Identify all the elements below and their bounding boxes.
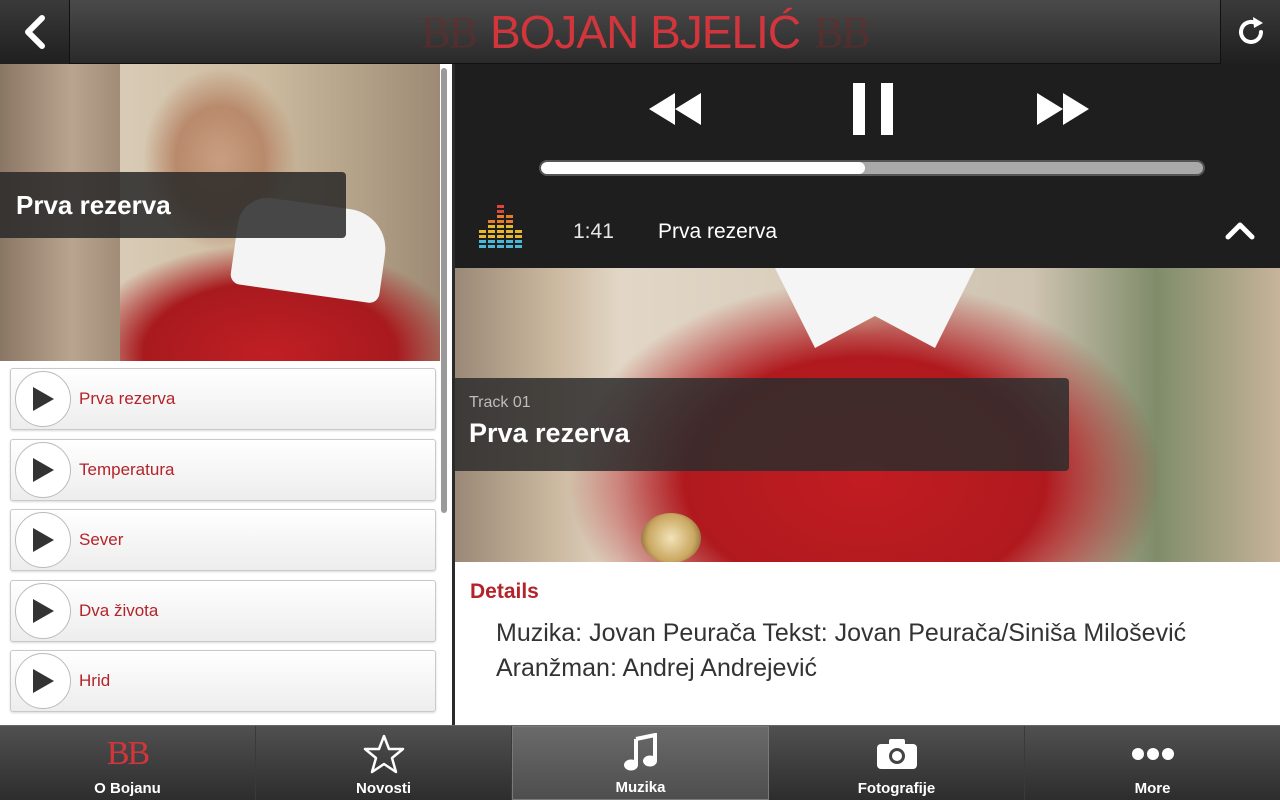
chevron-up-icon	[1225, 222, 1255, 240]
track-title: Hrid	[79, 671, 111, 690]
track-title: Prva rezerva	[79, 389, 176, 408]
audio-player: 1:41 Prva rezerva	[455, 64, 1280, 268]
elapsed-time: 1:41	[573, 220, 614, 243]
playback-progress-fill	[541, 162, 866, 174]
tab-label: More	[1134, 780, 1171, 797]
play-icon	[33, 387, 54, 411]
track-item[interactable]: Prva rezerva	[10, 368, 436, 430]
details-text: Muzika: Jovan Peurača Tekst: Jovan Peura…	[496, 619, 1187, 682]
refresh-icon	[1238, 17, 1263, 44]
play-button[interactable]	[15, 582, 71, 639]
playback-progress-bar[interactable]	[539, 160, 1205, 176]
app-title: BOJAN BJELIĆ	[489, 6, 801, 58]
tab-label: O Bojanu	[94, 780, 161, 797]
play-icon	[33, 528, 54, 552]
play-icon	[33, 457, 54, 482]
camera-icon	[876, 739, 917, 769]
bb-logo-icon: BB	[106, 735, 150, 772]
track-details: Details Muzika: Jovan Peurača Tekst: Jov…	[455, 562, 1280, 725]
collapse-button[interactable]	[1225, 219, 1255, 246]
tab-novosti[interactable]: Novosti	[256, 726, 512, 800]
tab-muzika[interactable]: Muzika	[512, 726, 769, 800]
tab-more[interactable]: More	[1025, 726, 1280, 800]
star-icon	[363, 734, 404, 774]
logo-mark-left: BB	[421, 7, 478, 57]
track-title: Temperatura	[79, 459, 175, 479]
play-icon	[33, 669, 54, 693]
logo-mark-right: BB	[814, 7, 871, 57]
track-number: Track 01	[469, 394, 531, 411]
app-logo: BB BOJAN BJELIĆ BB	[410, 0, 880, 64]
track-artwork: Track 01 Prva rezerva	[455, 268, 1280, 562]
pause-button[interactable]	[843, 78, 903, 140]
track-item[interactable]: Sever	[10, 509, 436, 571]
play-button[interactable]	[15, 653, 71, 709]
track-list-scrollbar[interactable]	[441, 68, 447, 513]
cover-title: Prva rezerva	[16, 189, 171, 220]
track-title-large: Prva rezerva	[469, 418, 630, 448]
play-button[interactable]	[15, 441, 71, 498]
back-button[interactable]	[0, 0, 70, 64]
track-title: Sever	[79, 530, 124, 549]
play-button[interactable]	[15, 512, 71, 568]
more-dots-icon	[1131, 748, 1174, 760]
details-heading: Details	[470, 580, 539, 603]
artwork-caption: Track 01 Prva rezerva	[455, 378, 1069, 471]
app-header: BB BOJAN BJELIĆ BB	[0, 0, 1280, 64]
pause-icon	[853, 83, 893, 135]
track-item[interactable]: Dva života	[10, 579, 436, 642]
tab-label: Fotografije	[857, 780, 936, 797]
play-button[interactable]	[15, 371, 71, 427]
track-list-panel: Prva rezerva Prva rezerva Temperatura Se…	[0, 64, 452, 725]
music-note-icon	[623, 733, 657, 771]
chevron-left-icon	[24, 15, 45, 49]
play-icon	[33, 598, 54, 623]
bottom-tab-bar: BB O Bojanu Novosti Muzika Fotografije M…	[0, 725, 1280, 800]
rewind-icon	[649, 93, 701, 125]
now-playing-title: Prva rezerva	[658, 220, 778, 243]
fast-forward-button[interactable]	[1033, 84, 1093, 134]
tab-o-bojanu[interactable]: BB O Bojanu	[0, 726, 256, 800]
equalizer-icon	[477, 202, 527, 259]
fast-forward-icon	[1037, 93, 1089, 125]
tab-label: Novosti	[355, 780, 411, 797]
track-list: Prva rezerva Temperatura Sever Dva život…	[0, 368, 446, 721]
track-title: Dva života	[79, 600, 159, 620]
rewind-button[interactable]	[645, 84, 705, 134]
track-item[interactable]: Temperatura	[10, 438, 436, 501]
track-item[interactable]: Hrid	[10, 650, 436, 712]
refresh-button[interactable]	[1220, 0, 1280, 64]
tab-label: Muzika	[615, 779, 666, 796]
cover-caption: Prva rezerva	[0, 172, 346, 238]
tab-fotografije[interactable]: Fotografije	[769, 726, 1025, 800]
